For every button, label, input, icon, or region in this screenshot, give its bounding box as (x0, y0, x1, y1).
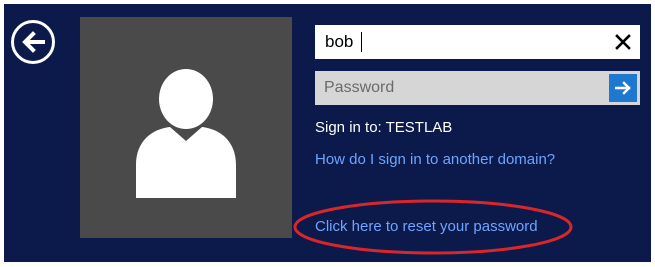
password-field[interactable] (315, 71, 640, 105)
sign-in-submit-button[interactable] (609, 74, 637, 102)
username-input[interactable] (315, 25, 600, 59)
user-avatar (80, 17, 292, 238)
sign-in-domain-label: Sign in to: TESTLAB (315, 119, 453, 136)
username-field[interactable] (315, 25, 640, 59)
back-button[interactable] (11, 20, 55, 64)
screenshot: Sign in to: TESTLAB How do I sign in to … (0, 0, 655, 267)
login-screen: Sign in to: TESTLAB How do I sign in to … (4, 4, 651, 262)
arrow-right-icon (615, 81, 631, 95)
text-caret (361, 32, 362, 52)
clear-username-button[interactable] (606, 25, 640, 59)
user-silhouette-icon (136, 69, 236, 198)
reset-password-link[interactable]: Click here to reset your password (315, 218, 538, 235)
back-arrow-icon (22, 31, 45, 53)
password-input[interactable] (315, 71, 605, 105)
other-domain-link[interactable]: How do I sign in to another domain? (315, 151, 555, 168)
close-icon (615, 34, 631, 50)
